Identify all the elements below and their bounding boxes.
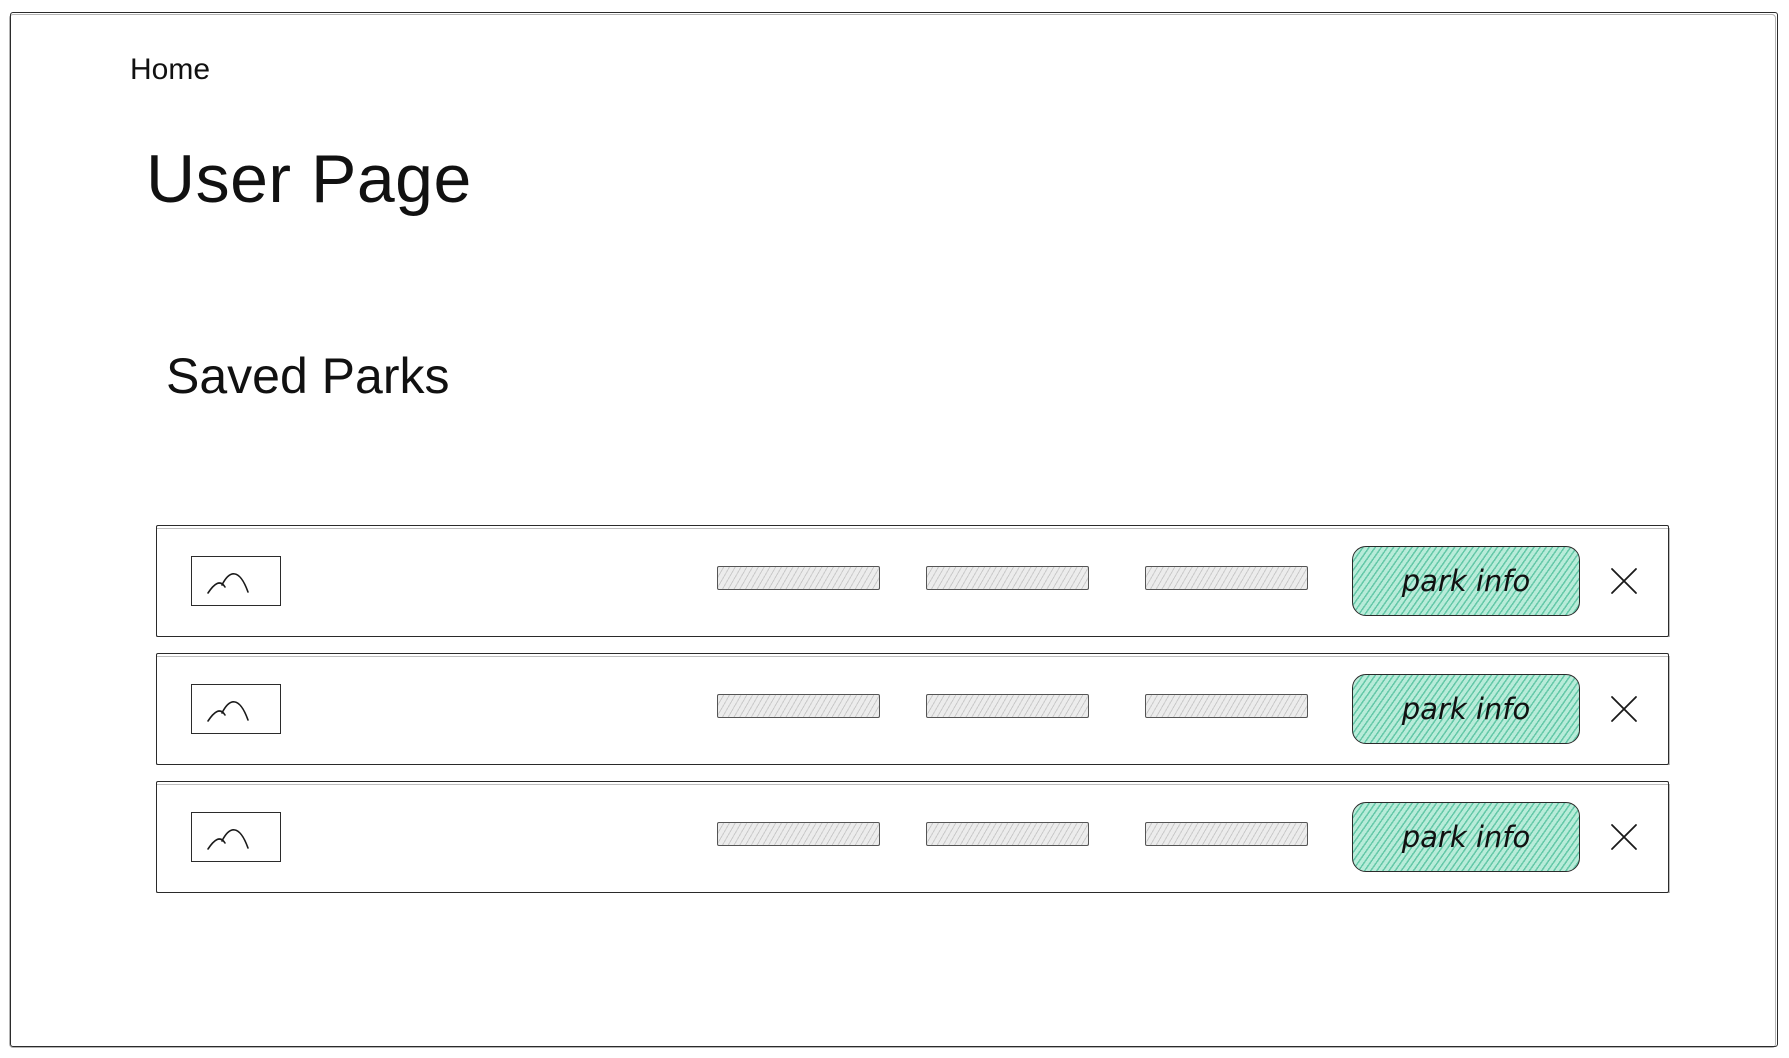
park-detail-placeholder: [926, 822, 1089, 846]
home-link[interactable]: Home: [130, 53, 210, 87]
park-info-button[interactable]: park info: [1352, 546, 1580, 616]
image-placeholder-icon: [191, 684, 281, 734]
close-icon[interactable]: [1609, 566, 1639, 596]
park-detail-placeholder: [1145, 694, 1308, 718]
page-title: User Page: [146, 141, 472, 217]
park-info-button[interactable]: park info: [1352, 674, 1580, 744]
image-placeholder-icon: [191, 556, 281, 606]
park-detail-placeholder: [926, 694, 1089, 718]
park-detail-placeholder: [1145, 566, 1308, 590]
page-frame: Home User Page Saved Parks park info par…: [9, 12, 1778, 1048]
park-detail-placeholder: [1145, 822, 1308, 846]
park-detail-placeholder: [717, 566, 880, 590]
saved-park-row: park info: [156, 781, 1670, 893]
park-info-button[interactable]: park info: [1352, 802, 1580, 872]
park-detail-placeholder: [926, 566, 1089, 590]
park-detail-placeholder: [717, 694, 880, 718]
saved-parks-list: park info park info park info: [156, 525, 1670, 909]
saved-parks-heading: Saved Parks: [166, 348, 450, 404]
park-detail-placeholder: [717, 822, 880, 846]
close-icon[interactable]: [1609, 694, 1639, 724]
image-placeholder-icon: [191, 812, 281, 862]
close-icon[interactable]: [1609, 822, 1639, 852]
saved-park-row: park info: [156, 525, 1670, 637]
saved-park-row: park info: [156, 653, 1670, 765]
